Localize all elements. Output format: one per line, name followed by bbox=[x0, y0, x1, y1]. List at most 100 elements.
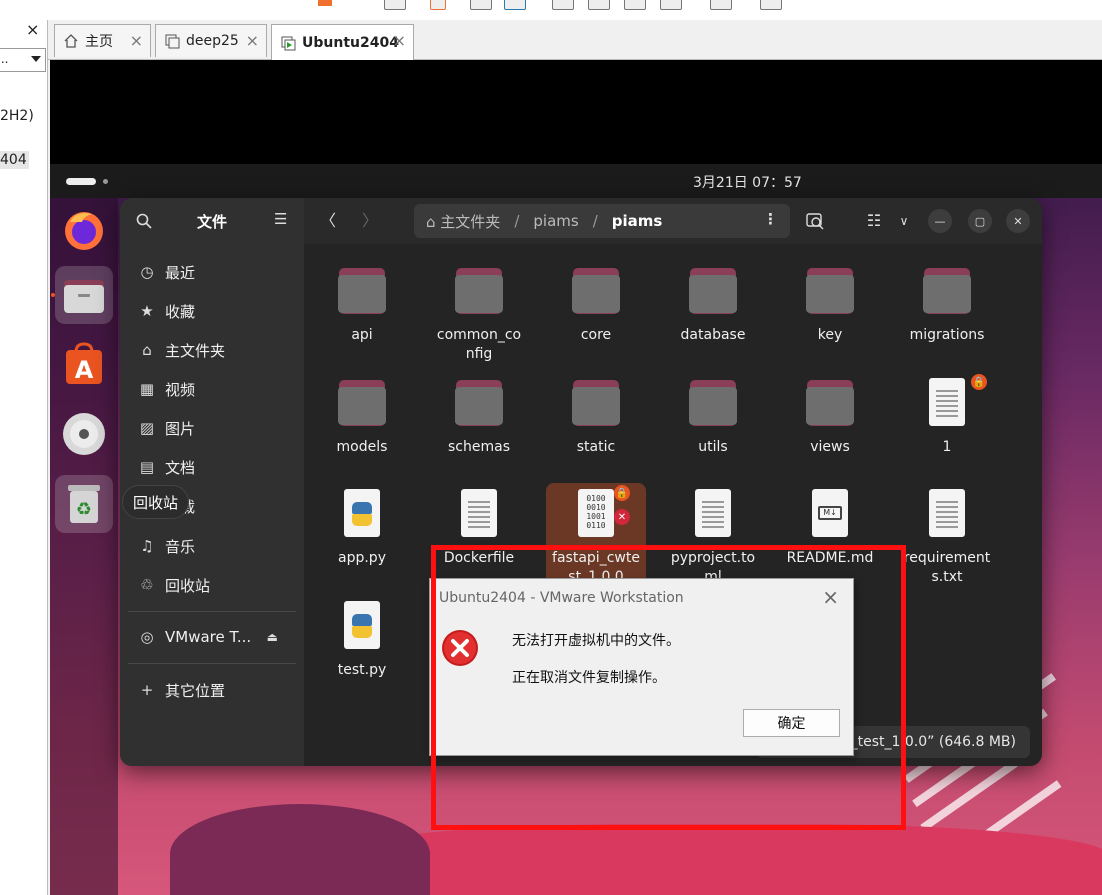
folder-item[interactable]: schemas bbox=[429, 378, 529, 457]
library-filter-combo[interactable]: ... bbox=[0, 48, 46, 72]
list-view-icon[interactable]: ☷ bbox=[864, 207, 884, 235]
kebab-menu-icon[interactable]: ⋮ bbox=[763, 210, 778, 228]
tab-close-button[interactable]: × bbox=[393, 31, 406, 50]
toolbar-icon[interactable] bbox=[552, 0, 574, 10]
path-bar[interactable]: ⌂ 主文件夹 / piams / piams ⋮ bbox=[414, 204, 790, 238]
files-header-bar: 〈 〉 ⌂ 主文件夹 / piams / piams ⋮ ☷ ∨ — ▢ ✕ bbox=[304, 198, 1042, 244]
library-item-vm[interactable]: 2H2) bbox=[0, 108, 34, 124]
sidebar-item[interactable]: ♲ 回收站 bbox=[128, 567, 296, 603]
sidebar-item[interactable]: ▦ 视频 bbox=[128, 371, 296, 407]
sidebar-item[interactable]: ▤ 文档 bbox=[128, 449, 296, 485]
minimize-button[interactable]: — bbox=[928, 209, 952, 233]
file-item[interactable]: app.py bbox=[312, 489, 412, 568]
folder-item[interactable]: models bbox=[312, 378, 412, 457]
hamburger-menu-icon[interactable]: ☰ bbox=[274, 210, 287, 228]
folder-item[interactable]: core bbox=[546, 266, 646, 345]
sidebar-item-label: 收藏 bbox=[165, 302, 196, 321]
tab-label: 主页 bbox=[85, 34, 113, 50]
workspace-indicator[interactable] bbox=[66, 178, 96, 185]
maximize-button[interactable]: ▢ bbox=[968, 209, 992, 233]
close-button[interactable]: ✕ bbox=[1006, 209, 1030, 233]
python-file-icon bbox=[336, 601, 388, 653]
sidebar-separator bbox=[128, 611, 296, 612]
sidebar-item-label: 回收站 bbox=[165, 576, 211, 595]
folder-item[interactable]: key bbox=[780, 266, 880, 345]
sidebar-item[interactable]: ⌂ 主文件夹 bbox=[128, 332, 296, 368]
forward-button[interactable]: 〉 bbox=[360, 207, 380, 235]
dock: A ♻ bbox=[50, 198, 118, 895]
sidebar-item-label: VMware T... bbox=[165, 628, 252, 646]
clock-icon: ◷ bbox=[140, 263, 154, 281]
folder-icon bbox=[804, 378, 856, 430]
dock-app-center[interactable]: A bbox=[55, 335, 113, 393]
text-file-icon: 🔒 bbox=[921, 374, 987, 430]
toolbar-icon[interactable] bbox=[470, 0, 492, 10]
toolbar-icon[interactable] bbox=[430, 0, 446, 10]
vm-letterbox bbox=[50, 60, 1102, 164]
tab-deep25[interactable]: deep25 × bbox=[155, 24, 267, 57]
sidebar-item-other-locations[interactable]: + 其它位置 bbox=[128, 672, 296, 708]
music-icon: ♫ bbox=[140, 537, 154, 555]
tab-close-button[interactable]: × bbox=[130, 31, 143, 50]
binary-file-icon: 0100 0010 1001 0110 🔒 ✕ bbox=[570, 485, 630, 541]
tab-ubuntu2404[interactable]: Ubuntu2404 × bbox=[271, 24, 414, 60]
folder-item[interactable]: database bbox=[663, 266, 763, 345]
view-options-chevron-icon[interactable]: ∨ bbox=[894, 207, 914, 235]
file-item[interactable]: test.py bbox=[312, 601, 412, 680]
folder-item[interactable]: migrations bbox=[897, 266, 997, 345]
folder-icon bbox=[804, 266, 856, 318]
file-name: migrations bbox=[909, 327, 985, 343]
breadcrumb-current[interactable]: piams bbox=[612, 212, 663, 230]
folder-item[interactable]: static bbox=[546, 378, 646, 457]
breadcrumb-home[interactable]: ⌂ 主文件夹 bbox=[426, 211, 500, 232]
file-name: database bbox=[680, 327, 746, 343]
folder-item[interactable]: common_config bbox=[429, 266, 529, 364]
dock-trash[interactable]: ♻ bbox=[55, 475, 113, 533]
dock-disc[interactable] bbox=[55, 405, 113, 463]
trash-icon: ♲ bbox=[140, 576, 154, 594]
toolbar-icon[interactable] bbox=[588, 0, 610, 10]
sidebar-item-vmware-tools[interactable]: ◎ VMware T... ⏏ bbox=[128, 619, 296, 655]
back-button[interactable]: 〈 bbox=[318, 207, 338, 235]
folder-icon bbox=[336, 266, 388, 318]
breadcrumb-piams[interactable]: piams bbox=[533, 212, 578, 230]
library-item-vm-selected[interactable]: 404 bbox=[0, 151, 29, 169]
toolbar-icon[interactable] bbox=[624, 0, 646, 10]
sidebar-item[interactable]: ◷ 最近 bbox=[128, 254, 296, 290]
toolbar-icon[interactable] bbox=[760, 0, 782, 10]
clock[interactable]: 3月21日 07：57 bbox=[693, 172, 802, 192]
file-name: schemas bbox=[448, 439, 510, 455]
gnome-top-bar: 3月21日 07：57 bbox=[50, 164, 1102, 198]
folder-icon bbox=[453, 378, 505, 430]
folder-item[interactable]: api bbox=[312, 266, 412, 345]
svg-text:♻: ♻ bbox=[76, 499, 92, 520]
dock-firefox[interactable] bbox=[55, 201, 113, 259]
sidebar-header: 文件 ☰ bbox=[120, 198, 304, 244]
file-item[interactable]: 🔒 1 bbox=[897, 374, 997, 457]
sidebar-item[interactable]: ♫ 音乐 bbox=[128, 528, 296, 564]
tab-label: deep25 bbox=[186, 33, 239, 49]
host-toolbar bbox=[0, 0, 1102, 20]
tab-close-button[interactable]: × bbox=[246, 31, 259, 50]
file-name: 1 bbox=[942, 439, 952, 455]
eject-icon[interactable]: ⏏ bbox=[267, 630, 278, 644]
trash-icon: ♻ bbox=[68, 485, 100, 523]
dock-files[interactable] bbox=[55, 266, 113, 324]
sidebar-item[interactable]: ★ 收藏 bbox=[128, 293, 296, 329]
folder-item[interactable]: views bbox=[780, 378, 880, 457]
library-close-button[interactable]: × bbox=[26, 20, 39, 39]
toolbar-icon[interactable] bbox=[710, 0, 732, 10]
workspace-dot[interactable] bbox=[103, 179, 108, 184]
lock-badge-icon: 🔒 bbox=[614, 485, 630, 501]
sidebar-item[interactable]: ▨ 图片 bbox=[128, 410, 296, 446]
tab-label: Ubuntu2404 bbox=[302, 34, 399, 51]
folder-item[interactable]: utils bbox=[663, 378, 763, 457]
toolbar-orange-icon[interactable] bbox=[318, 0, 332, 6]
file-item[interactable]: requirements.txt bbox=[897, 489, 997, 587]
toolbar-icon[interactable] bbox=[384, 0, 406, 10]
toolbar-icon[interactable] bbox=[504, 0, 526, 10]
tab-home[interactable]: 主页 × bbox=[54, 24, 151, 57]
search-in-folder-icon[interactable] bbox=[806, 212, 824, 230]
toolbar-icon[interactable] bbox=[660, 0, 682, 10]
disc-icon bbox=[63, 413, 105, 455]
